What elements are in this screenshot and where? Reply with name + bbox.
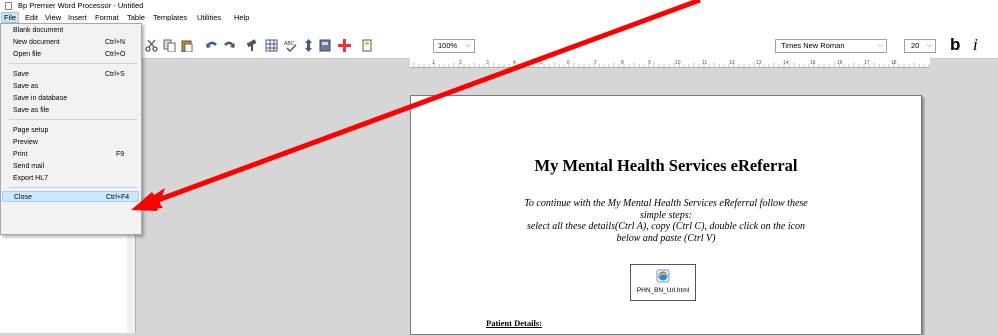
ruler-label: 3 (486, 60, 489, 66)
menu-view[interactable]: View (45, 13, 61, 22)
ruler-label: 7 (594, 60, 597, 66)
html-attachment[interactable]: PHN_BN_Url.html (630, 264, 696, 301)
ruler-label: 8 (621, 60, 624, 66)
instruction-line: select all these details(Ctrl A), copy (… (526, 221, 806, 232)
image-icon[interactable] (319, 39, 332, 52)
chevron-down-icon: ⌵ (877, 42, 883, 49)
menu-edit[interactable]: Edit (25, 13, 38, 22)
paste-icon[interactable] (180, 39, 193, 52)
ruler-label: 15 (810, 60, 816, 66)
document-instructions: To continue with the My Mental Health Se… (481, 198, 851, 244)
menu-separator (9, 119, 137, 120)
bold-button[interactable]: b (950, 35, 960, 55)
menu-item-new-document[interactable]: New document Ctrl+N (2, 37, 139, 48)
menu-separator (9, 63, 137, 64)
ruler-label: 13 (756, 60, 762, 66)
menu-utilities[interactable]: Utilities (197, 13, 221, 22)
menu-item-close[interactable]: Close Ctrl+F4 (2, 191, 139, 202)
menu-item-print[interactable]: Print F9 (2, 149, 139, 160)
ruler-label: 1 (432, 60, 435, 66)
menu-file[interactable]: File (1, 12, 20, 23)
menu-item-blank-document[interactable]: Blank document (2, 25, 139, 36)
menu-item-open-file[interactable]: Open file Ctrl+O (2, 49, 139, 60)
menu-format[interactable]: Format (95, 13, 119, 22)
ruler-label: 6 (567, 60, 570, 66)
menu-separator (9, 187, 137, 188)
title-bar: Bp Premier Word Processor - Untitled (0, 0, 998, 12)
menu-insert[interactable]: Insert (68, 13, 87, 22)
undo-icon[interactable] (205, 39, 218, 52)
document-title: My Mental Health Services eReferral (534, 156, 798, 175)
zoom-value: 100% (438, 41, 458, 50)
window-title: Bp Premier Word Processor - Untitled (18, 1, 144, 10)
menu-item-save-as[interactable]: Save as (2, 81, 139, 92)
menu-bar: File Edit View Insert Format Table Templ… (0, 12, 998, 23)
menu-item-send-mail[interactable]: Send mail (2, 161, 139, 172)
ruler-label: 17 (864, 60, 870, 66)
font-size-select[interactable]: 20 ⌵ (904, 39, 936, 53)
ruler-label: 12 (729, 60, 735, 66)
ruler-label: 4 (513, 60, 516, 66)
chevron-down-icon: ⌵ (926, 42, 932, 49)
document-icon[interactable] (361, 39, 374, 52)
copy-icon[interactable] (163, 39, 176, 52)
ruler-label: 10 (675, 60, 681, 66)
file-menu: Blank document New document Ctrl+N Open f… (0, 23, 142, 235)
table-icon[interactable] (265, 39, 278, 52)
ruler-label: 11 (702, 60, 707, 66)
line-spacing-icon[interactable] (302, 39, 315, 52)
menu-templates[interactable]: Templates (153, 13, 187, 22)
attachment-filename: PHN_BN_Url.html (636, 287, 690, 294)
scissors-icon[interactable] (145, 39, 158, 52)
zoom-select[interactable]: 100% ⌵ (433, 39, 475, 53)
font-name-value: Times New Roman (781, 41, 845, 50)
ruler-label: 2 (459, 60, 462, 66)
menu-item-save-in-database[interactable]: Save in database (2, 93, 139, 104)
menu-table[interactable]: Table (127, 13, 145, 22)
ruler-label: 16 (837, 60, 843, 66)
app-icon (5, 2, 12, 10)
menu-item-page-setup[interactable]: Page setup (2, 125, 139, 136)
instruction-line: below and paste (Ctrl V) (616, 232, 716, 244)
format-painter-icon[interactable] (246, 39, 259, 52)
ruler: 1 2 3 4 5 6 7 8 9 10 11 12 13 14 15 16 17 18 (410, 58, 930, 68)
redo-icon[interactable] (223, 39, 236, 52)
ruler-label: 5 (540, 60, 543, 66)
ruler-label: 14 (783, 60, 789, 66)
instruction-line: To continue with the My Mental Health Se… (524, 198, 808, 209)
menu-item-save-as-file[interactable]: Save as file (2, 105, 139, 116)
menu-item-preview[interactable]: Preview (2, 137, 139, 148)
document-page[interactable]: My Mental Health Services eReferral To c… (410, 95, 922, 335)
patient-details-heading: Patient Details: (486, 318, 542, 328)
instruction-line: simple steps: (640, 209, 692, 221)
ruler-label: 9 (648, 60, 651, 66)
menu-item-export-hl7[interactable]: Export HL7 (2, 173, 139, 184)
svg-text:ABC: ABC (284, 41, 295, 47)
ruler-label: 18 (891, 60, 897, 66)
insert-field-icon[interactable] (338, 39, 351, 52)
menu-help[interactable]: Help (234, 13, 249, 22)
chevron-down-icon: ⌵ (465, 42, 471, 49)
menu-item-save[interactable]: Save Ctrl+S (2, 69, 139, 80)
font-name-select[interactable]: Times New Roman ⌵ (775, 39, 887, 53)
font-size-value: 20 (911, 41, 920, 50)
browser-file-icon (656, 269, 670, 283)
spellcheck-icon[interactable]: ABC (284, 39, 297, 52)
italic-button[interactable]: i (973, 35, 978, 55)
ruler-ticks: 1 2 3 4 5 6 7 8 9 10 11 12 13 14 15 16 17 18 (413, 60, 930, 67)
